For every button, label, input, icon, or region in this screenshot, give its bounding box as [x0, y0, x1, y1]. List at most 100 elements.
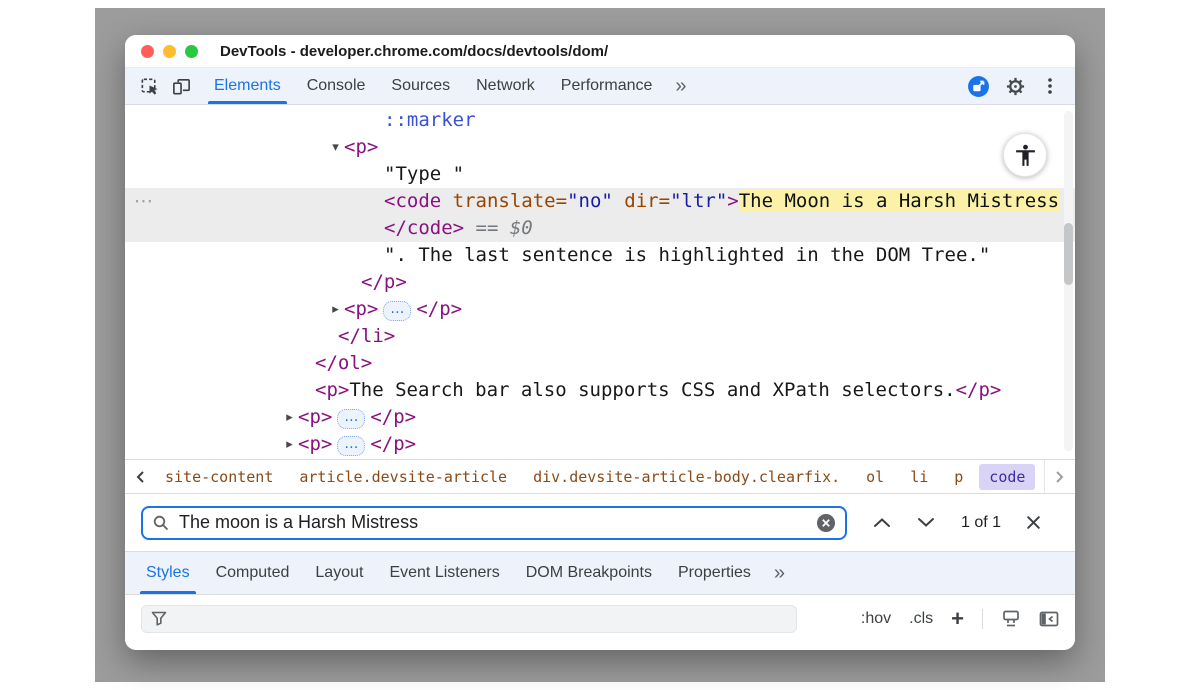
kebab-menu-icon [1041, 76, 1059, 96]
tab-properties[interactable]: Properties [665, 552, 764, 594]
breadcrumb-item-code[interactable]: code [979, 464, 1035, 490]
breadcrumbs-scroll-left-button[interactable] [125, 460, 155, 493]
code-tag: </p> [956, 379, 1002, 401]
tab-dom-breakpoints[interactable]: DOM Breakpoints [513, 552, 665, 594]
expand-arrow-icon[interactable]: ▸ [327, 296, 344, 323]
tree-row[interactable]: <p>The Search bar also supports CSS and … [125, 377, 1075, 404]
cast-icon [967, 75, 990, 98]
tree-row[interactable]: ⋯<code translate="no" dir="ltr">The Moon… [125, 188, 1075, 215]
code-tag: </p> [416, 298, 462, 320]
code-tag: </p> [370, 433, 416, 455]
code-text: The Search bar also supports CSS and XPa… [349, 379, 955, 401]
row-options-dots-icon[interactable]: ⋯ [134, 188, 153, 215]
breadcrumb-item-ol[interactable]: ol [856, 464, 894, 490]
code-hl: The Moon is a Harsh Mistress [739, 190, 1059, 212]
search-query: The moon is a Harsh Mistress [179, 512, 807, 533]
search-input[interactable]: The moon is a Harsh Mistress [141, 506, 847, 540]
styles-filter-input[interactable] [141, 605, 797, 633]
chevron-left-icon [135, 470, 145, 484]
sidebar-tab-bar: StylesComputedLayoutEvent ListenersDOM B… [125, 551, 1075, 594]
breadcrumb-item-site-content[interactable]: site-content [155, 464, 283, 490]
clear-icon [816, 513, 836, 533]
minimize-window-button[interactable] [163, 45, 176, 58]
accessibility-button[interactable] [1003, 133, 1047, 177]
tree-row[interactable]: </li> [125, 323, 1075, 350]
chevron-down-icon [917, 517, 935, 528]
device-toolbar-button[interactable] [165, 68, 197, 104]
code-eq: = [659, 190, 670, 212]
tree-row[interactable]: </p> [125, 269, 1075, 296]
tree-row[interactable]: ▸<p>…</p> [125, 431, 1075, 458]
styles-filter-bar: :hov .cls + [125, 594, 1075, 642]
inline-expand-button[interactable]: … [337, 409, 365, 429]
breadcrumb: site-contentarticle.devsite-articlediv.d… [155, 464, 1035, 490]
accessibility-person-icon [1013, 143, 1038, 168]
tree-row[interactable]: ". The last sentence is highlighted in t… [125, 242, 1075, 269]
devtools-menu-button[interactable] [1041, 76, 1059, 96]
more-panels-button[interactable]: » [665, 68, 696, 104]
cast-button[interactable] [967, 75, 990, 98]
tab-styles[interactable]: Styles [133, 552, 203, 594]
close-window-button[interactable] [141, 45, 154, 58]
funnel-icon [151, 611, 167, 626]
clear-search-button[interactable] [816, 513, 836, 533]
close-search-button[interactable] [1025, 514, 1042, 531]
more-sidebar-tabs-button[interactable]: » [764, 552, 795, 594]
match-count: 1 of 1 [961, 514, 1001, 532]
previous-match-button[interactable] [873, 517, 891, 528]
next-match-button[interactable] [917, 517, 935, 528]
chevron-up-icon [873, 517, 891, 528]
inspect-icon [139, 76, 160, 97]
inline-expand-button[interactable]: … [337, 436, 365, 456]
window-title: DevTools - developer.chrome.com/docs/dev… [220, 43, 608, 60]
element-classes-button[interactable]: .cls [909, 610, 933, 628]
tree-row[interactable]: </ol> [125, 350, 1075, 377]
tab-layout[interactable]: Layout [302, 552, 376, 594]
expand-arrow-icon[interactable]: ▸ [281, 431, 298, 458]
expand-arrow-icon[interactable]: ▸ [281, 404, 298, 431]
tree-row[interactable]: "Type " [125, 161, 1075, 188]
titlebar: DevTools - developer.chrome.com/docs/dev… [125, 35, 1075, 68]
dom-tree: ::marker▾<p>"Type "⋯<code translate="no"… [125, 107, 1075, 458]
new-style-rule-button[interactable]: + [951, 608, 964, 630]
tab-console[interactable]: Console [294, 68, 379, 104]
tree-row[interactable]: ▸<p>…</p> [125, 296, 1075, 323]
toggle-element-state-button[interactable]: :hov [861, 610, 891, 628]
rendering-emulation-button[interactable] [1001, 609, 1021, 628]
code-dim: == $0 [476, 217, 533, 239]
divider [982, 609, 983, 629]
tree-row[interactable]: ▸<p>…</p> [125, 404, 1075, 431]
code-tag: <p> [315, 379, 349, 401]
breadcrumb-item-li[interactable]: li [900, 464, 938, 490]
tab-event-listeners[interactable]: Event Listeners [376, 552, 512, 594]
breadcrumb-item-div-devsite-article-body-clearfix[interactable]: div.devsite-article-body.clearfix. [523, 464, 850, 490]
tree-row[interactable]: ::marker [125, 107, 1075, 134]
code-tag: <p> [344, 298, 378, 320]
tab-sources[interactable]: Sources [378, 68, 463, 104]
dom-scrollbar-thumb[interactable] [1064, 223, 1073, 285]
code-tag: > [727, 190, 738, 212]
inline-expand-button[interactable]: … [383, 301, 411, 321]
tree-row[interactable]: ▾<p> [125, 134, 1075, 161]
breadcrumb-item-article-devsite-article[interactable]: article.devsite-article [289, 464, 517, 490]
styles-toolbar-actions: :hov .cls + [861, 608, 1059, 630]
tab-performance[interactable]: Performance [548, 68, 666, 104]
breadcrumbs-scroll-right-button[interactable] [1044, 460, 1075, 493]
tree-row[interactable]: </code> == $0 [125, 215, 1075, 242]
code-tag: </p> [361, 271, 407, 293]
chevron-right-icon [1055, 470, 1065, 484]
device-toolbar-icon [171, 76, 192, 97]
dom-tree-panel: ::marker▾<p>"Type "⋯<code translate="no"… [125, 105, 1075, 459]
inspect-element-button[interactable] [133, 68, 165, 104]
zoom-window-button[interactable] [185, 45, 198, 58]
tab-network[interactable]: Network [463, 68, 548, 104]
tab-elements[interactable]: Elements [201, 68, 294, 104]
breadcrumb-item-p[interactable]: p [944, 464, 973, 490]
tab-computed[interactable]: Computed [203, 552, 303, 594]
toggle-sidebar-button[interactable] [1039, 611, 1059, 627]
code-tag: <p> [344, 136, 378, 158]
code-attr: translate [453, 190, 556, 212]
code-attr: dir [624, 190, 658, 212]
collapse-arrow-icon[interactable]: ▾ [327, 134, 344, 161]
settings-button[interactable] [1005, 76, 1026, 97]
